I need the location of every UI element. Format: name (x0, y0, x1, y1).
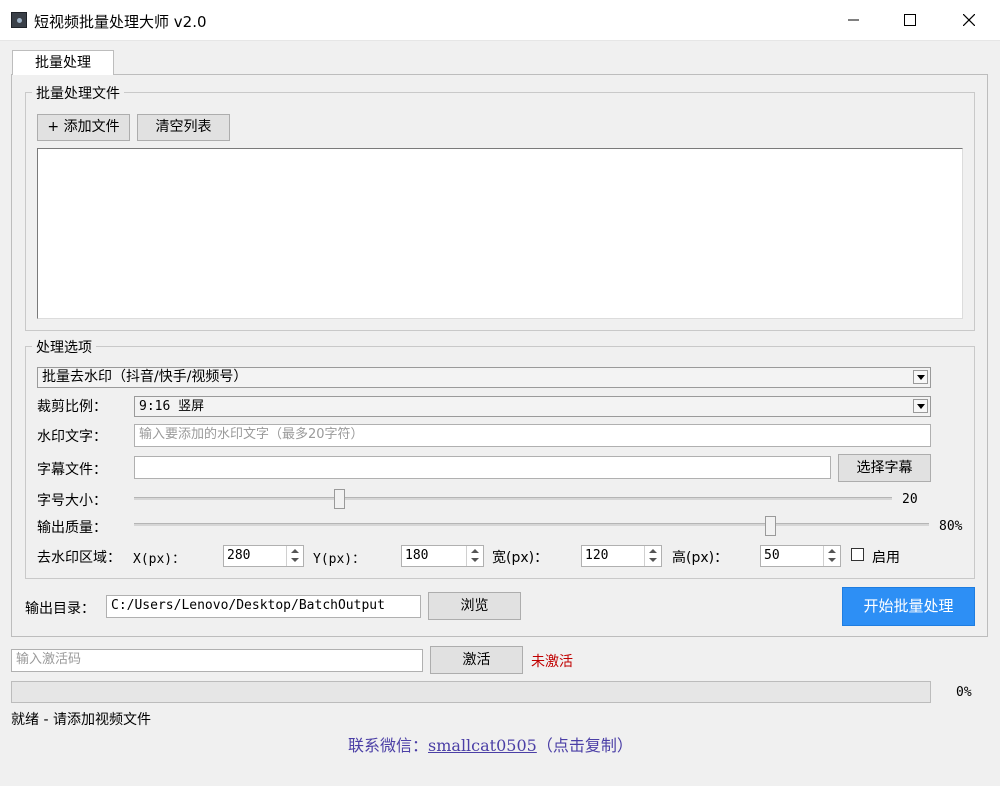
window-title: 短视频批量处理大师 v2.0 (34, 13, 207, 31)
activation-code-input[interactable]: 输入激活码 (11, 649, 423, 672)
minimize-icon (848, 19, 859, 21)
add-files-button[interactable]: + 添加文件 (37, 114, 130, 141)
watermark-region-label: 去水印区域： (37, 550, 121, 566)
region-height-value: 50 (764, 548, 780, 563)
close-button[interactable] (946, 0, 992, 40)
spinner-buttons[interactable] (286, 546, 303, 566)
mode-select[interactable]: 批量去水印（抖音/快手/视频号） (37, 367, 931, 388)
progress-percent: 0% (956, 685, 972, 700)
output-dir-value: C:/Users/Lenovo/Desktop/BatchOutput (111, 598, 385, 613)
region-width-label: 宽(px)： (492, 547, 548, 567)
wechat-link[interactable]: smallcat0505 (428, 736, 537, 755)
browse-button[interactable]: 浏览 (428, 592, 521, 620)
app-icon (11, 12, 27, 28)
region-height-label-text: 高(px)： (672, 550, 729, 566)
minimize-button[interactable] (831, 0, 877, 40)
crop-select-value: 9:16 竖屏 (139, 399, 205, 414)
clear-list-button[interactable]: 清空列表 (137, 114, 230, 141)
contact-suffix: （点击复制） (536, 736, 633, 755)
close-icon (963, 14, 975, 26)
enable-region-label: 启用 (872, 550, 900, 566)
watermark-text-placeholder: 输入要添加的水印文字（最多20字符） (139, 427, 364, 442)
font-size-slider-track[interactable] (134, 497, 892, 500)
region-x-label: X(px)： (133, 552, 186, 567)
quality-slider-track[interactable] (134, 523, 929, 526)
activation-code-placeholder: 输入激活码 (16, 652, 82, 667)
crop-select[interactable]: 9:16 竖屏 (134, 396, 931, 417)
watermark-text-input[interactable]: 输入要添加的水印文字（最多20字符） (134, 424, 931, 447)
font-size-slider-handle[interactable] (333, 489, 345, 509)
title-separator (0, 40, 1000, 41)
chevron-down-icon (913, 399, 928, 413)
activation-status: 未激活 (531, 654, 573, 670)
spin-down-icon (471, 558, 479, 562)
region-x-spinner[interactable]: 280 (223, 545, 304, 567)
region-width-label-text: 宽(px)： (492, 550, 549, 566)
region-x-value: 280 (227, 548, 251, 563)
maximize-button[interactable] (887, 0, 933, 40)
activate-button[interactable]: 激活 (430, 646, 523, 674)
spin-down-icon (291, 558, 299, 562)
watermark-text-label: 水印文字： (37, 429, 107, 445)
quality-value: 80% (939, 519, 963, 534)
enable-region-checkbox[interactable] (851, 548, 864, 561)
quality-label: 输出质量： (37, 520, 107, 536)
spin-down-icon (649, 558, 657, 562)
spin-up-icon (649, 549, 657, 553)
region-y-spinner[interactable]: 180 (401, 545, 484, 567)
contact-prefix: 联系微信： (348, 736, 429, 755)
subtitle-file-label: 字幕文件： (37, 462, 107, 478)
quality-slider-handle[interactable] (765, 516, 776, 536)
spinner-buttons[interactable] (466, 546, 483, 566)
region-width-spinner[interactable]: 120 (581, 545, 662, 567)
spin-up-icon (291, 549, 299, 553)
region-y-label: Y(px)： (313, 552, 366, 567)
spin-up-icon (471, 549, 479, 553)
output-dir-input[interactable]: C:/Users/Lenovo/Desktop/BatchOutput (106, 595, 421, 618)
start-batch-button[interactable]: 开始批量处理 (842, 587, 975, 626)
spin-up-icon (828, 549, 836, 553)
maximize-icon (904, 14, 916, 26)
spinner-buttons[interactable] (644, 546, 661, 566)
tab-batch-process[interactable]: 批量处理 (12, 50, 114, 75)
file-list[interactable] (37, 148, 963, 319)
spin-down-icon (828, 558, 836, 562)
status-text: 就绪 - 请添加视频文件 (11, 712, 151, 728)
chevron-down-icon (913, 370, 928, 384)
options-group-title: 处理选项 (32, 337, 96, 357)
region-width-value: 120 (585, 548, 609, 563)
progress-bar (11, 681, 931, 703)
crop-label: 裁剪比例： (37, 399, 107, 415)
font-size-label: 字号大小： (37, 493, 107, 509)
choose-subtitle-button[interactable]: 选择字幕 (838, 454, 931, 482)
region-height-label: 高(px)： (672, 547, 728, 567)
contact-line: 联系微信：smallcat0505（点击复制） (348, 732, 633, 756)
font-size-value: 20 (902, 492, 918, 507)
mode-select-value: 批量去水印（抖音/快手/视频号） (42, 369, 248, 385)
files-group-title: 批量处理文件 (32, 83, 124, 103)
region-y-value: 180 (405, 548, 429, 563)
spinner-buttons[interactable] (823, 546, 840, 566)
subtitle-file-input[interactable] (134, 456, 831, 479)
output-dir-label: 输出目录： (25, 601, 95, 617)
region-height-spinner[interactable]: 50 (760, 545, 841, 567)
